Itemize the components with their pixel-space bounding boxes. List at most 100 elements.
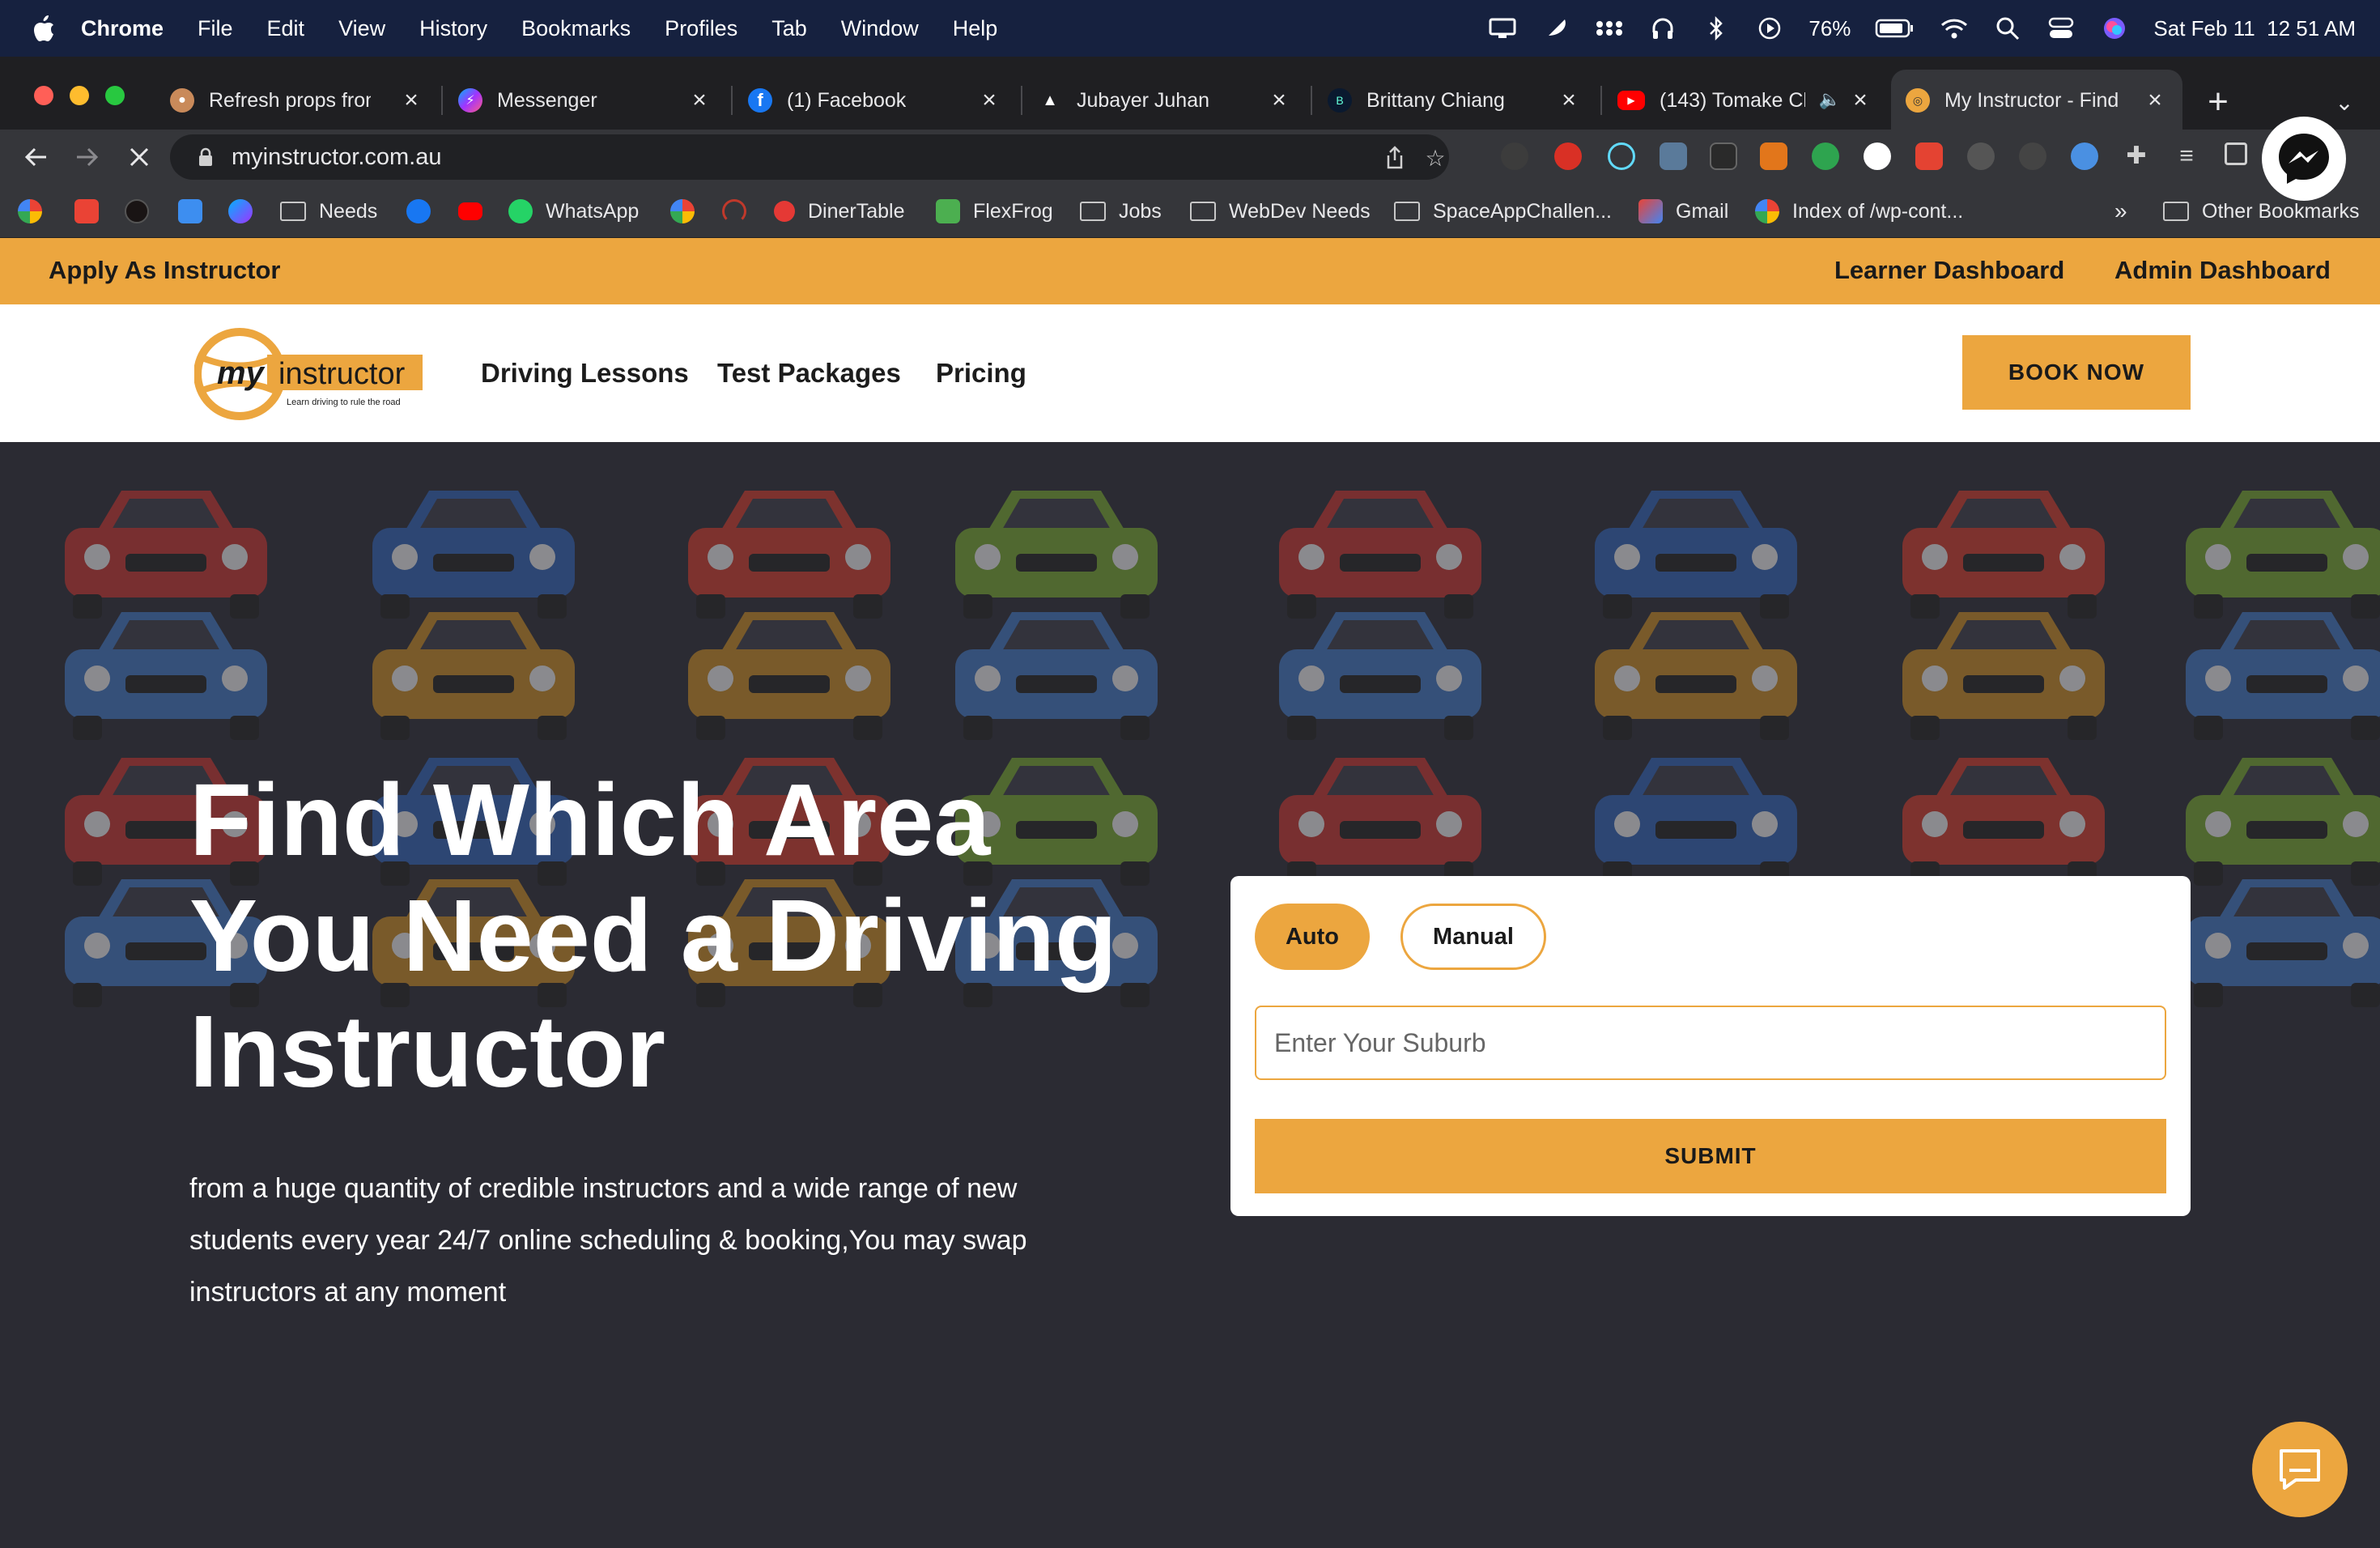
metamask-icon[interactable] — [1760, 142, 1787, 170]
close-tab-icon[interactable]: × — [1556, 87, 1582, 113]
speedometer-bookmark[interactable] — [722, 196, 759, 227]
close-tab-icon[interactable]: × — [976, 87, 1002, 113]
messenger-bookmark[interactable] — [228, 196, 266, 227]
bookmark-jobs[interactable]: Jobs — [1080, 196, 1162, 227]
suburb-input[interactable] — [1255, 1006, 2166, 1080]
tab-youtube-tomake[interactable]: ▶ (143) Tomake Ch 🔈 × — [1603, 70, 1888, 131]
menu-view[interactable]: View — [338, 16, 385, 41]
close-tab-icon[interactable]: × — [686, 87, 712, 113]
close-tab-icon[interactable]: × — [2142, 87, 2168, 113]
close-tab-icon[interactable]: × — [1266, 87, 1292, 113]
minimize-window-button[interactable] — [70, 86, 89, 105]
zoom-window-button[interactable] — [105, 86, 125, 105]
lock-icon[interactable] — [198, 147, 214, 167]
close-window-button[interactable] — [34, 86, 53, 105]
bookmark-whatsapp[interactable]: WhatsApp — [508, 196, 639, 227]
menu-history[interactable]: History — [419, 16, 487, 41]
pen-extension-icon[interactable] — [1660, 142, 1687, 170]
control-center-icon[interactable] — [2046, 14, 2076, 43]
white-extension-icon[interactable] — [1864, 142, 1891, 170]
side-panel-icon[interactable] — [2225, 142, 2247, 165]
facebook-bookmark[interactable] — [406, 196, 444, 227]
book-now-button[interactable]: BOOK NOW — [1962, 335, 2191, 410]
speaker-icon[interactable]: 🔈 — [1819, 89, 1841, 110]
spinner-extension-icon[interactable] — [2019, 142, 2046, 170]
spotlight-search-icon[interactable] — [1993, 14, 2022, 43]
nav-driving-lessons[interactable]: Driving Lessons — [481, 358, 689, 389]
bluetooth-icon[interactable] — [1702, 14, 1731, 43]
menu-tab[interactable]: Tab — [771, 16, 807, 41]
admin-dashboard-link[interactable]: Admin Dashboard — [2114, 256, 2331, 285]
bookmark-gmail[interactable]: Gmail — [1638, 196, 1728, 227]
tab-refresh-props[interactable]: ● Refresh props from g × — [155, 70, 439, 131]
close-tab-icon[interactable]: × — [1847, 87, 1873, 113]
stop-loading-button[interactable] — [120, 138, 159, 176]
submit-button[interactable]: SUBMIT — [1255, 1119, 2166, 1193]
menu-help[interactable]: Help — [953, 16, 998, 41]
clock-datetime[interactable]: Sat Feb 11 12 51 AM — [2153, 16, 2356, 41]
nav-pricing[interactable]: Pricing — [936, 358, 1026, 389]
tab-brittany-chiang[interactable]: B Brittany Chiang × — [1313, 70, 1596, 131]
youtube-bookmark[interactable] — [458, 196, 495, 227]
tab-my-instructor[interactable]: ◎ My Instructor - Find × — [1891, 70, 2182, 131]
bookmark-flexfrog[interactable]: FlexFrog — [936, 196, 1053, 227]
siri-icon[interactable] — [2100, 14, 2129, 43]
battery-icon[interactable] — [1875, 14, 1915, 43]
nav-test-packages[interactable]: Test Packages — [717, 358, 901, 389]
menu-profiles[interactable]: Profiles — [665, 16, 737, 41]
cloud-extension-icon[interactable] — [2071, 142, 2098, 170]
menu-bookmarks[interactable]: Bookmarks — [521, 16, 631, 41]
menu-chrome[interactable]: Chrome — [81, 16, 164, 41]
adblock-extension-icon[interactable] — [1554, 142, 1582, 170]
auto-toggle-button[interactable]: Auto — [1255, 904, 1370, 970]
grid-icon[interactable] — [1595, 14, 1624, 43]
new-tab-button[interactable]: + — [2200, 82, 2236, 121]
myinstructor-logo[interactable]: my instructor Learn driving to rule the … — [193, 325, 429, 423]
headphones-icon[interactable] — [1648, 14, 1677, 43]
menu-window[interactable]: Window — [841, 16, 919, 41]
mail-bookmark[interactable] — [178, 196, 215, 227]
google-photos-bookmark[interactable] — [18, 196, 55, 227]
bookmark-webdev-needs[interactable]: WebDev Needs — [1190, 196, 1371, 227]
wifi-icon[interactable] — [1940, 14, 1969, 43]
menu-file[interactable]: File — [198, 16, 233, 41]
share-icon[interactable] — [1381, 144, 1409, 172]
learner-dashboard-link[interactable]: Learner Dashboard — [1834, 256, 2064, 285]
apply-as-instructor-link[interactable]: Apply As Instructor — [49, 256, 281, 285]
feather-icon[interactable] — [1541, 14, 1570, 43]
todoist-icon[interactable] — [1915, 142, 1943, 170]
tab-messenger[interactable]: ⚡ Messenger × — [444, 70, 727, 131]
display-icon[interactable] — [1488, 14, 1517, 43]
address-bar[interactable]: myinstructor.com.au ☆ — [170, 134, 1449, 180]
bookmark-needs[interactable]: Needs — [280, 196, 377, 227]
forward-button[interactable] — [68, 138, 107, 176]
google-bookmark[interactable] — [670, 196, 708, 227]
manual-toggle-button[interactable]: Manual — [1400, 904, 1546, 970]
close-tab-icon[interactable]: × — [398, 87, 424, 113]
bookmark-index-wp[interactable]: Index of /wp-cont... — [1755, 196, 1963, 227]
apple-icon[interactable] — [31, 14, 57, 43]
back-button[interactable] — [16, 138, 55, 176]
bug-extension-icon[interactable] — [1967, 142, 1995, 170]
react-devtools-icon[interactable] — [1608, 142, 1635, 170]
tab-facebook[interactable]: f (1) Facebook × — [733, 70, 1017, 131]
bookmark-spaceapp[interactable]: SpaceAppChallen... — [1394, 196, 1612, 227]
more-bookmarks-chevron[interactable]: » — [2114, 196, 2127, 227]
chat-widget-button[interactable] — [2252, 1422, 2348, 1517]
play-icon[interactable] — [1755, 14, 1784, 43]
bookmark-star-icon[interactable]: ☆ — [1422, 144, 1449, 172]
media-controls-icon[interactable]: ≡ — [2173, 142, 2200, 170]
bookmark-dinertable[interactable]: DinerTable — [774, 196, 905, 227]
menu-edit[interactable]: Edit — [267, 16, 305, 41]
extensions-puzzle-icon[interactable]: ✚ — [2123, 142, 2150, 170]
messenger-chat-head-icon[interactable] — [2262, 117, 2346, 201]
green-circle-extension-icon[interactable] — [1812, 142, 1839, 170]
tab-jubayer-juhan[interactable]: ▲ Jubayer Juhan × — [1023, 70, 1307, 131]
gmail-bookmark-icon-only[interactable] — [74, 196, 112, 227]
tab-search-chevron-icon[interactable]: ⌄ — [2328, 86, 2361, 118]
url-text[interactable]: myinstructor.com.au — [232, 144, 441, 171]
download-extension-icon[interactable] — [1501, 142, 1528, 170]
bookmark-other[interactable]: Other Bookmarks — [2163, 196, 2360, 227]
box-extension-icon[interactable] — [1710, 142, 1737, 170]
spotify-bookmark[interactable] — [125, 196, 162, 227]
